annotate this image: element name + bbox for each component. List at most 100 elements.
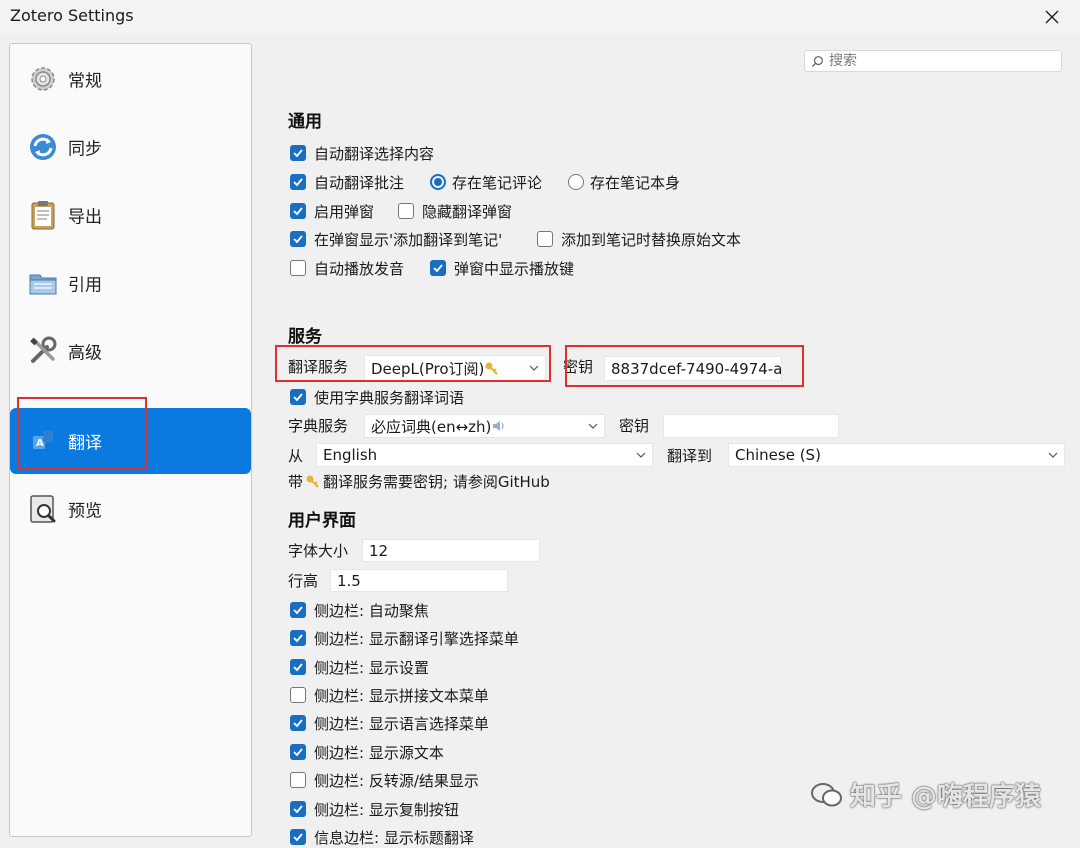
option-label: 使用字典服务翻译词语 [314, 388, 465, 407]
checkbox-unchecked[interactable] [290, 260, 306, 276]
sidebar-item-label: 高级 [68, 343, 102, 364]
sidebar-item-label: 常规 [68, 71, 102, 92]
radio-selected[interactable] [430, 174, 446, 190]
option-auto-translate-annotation[interactable]: 自动翻译批注 [290, 171, 404, 193]
option-sidebar-source-text[interactable]: 侧边栏: 显示源文本 [290, 741, 444, 763]
option-label: 启用弹窗 [314, 202, 375, 221]
sidebar-item-export[interactable]: 导出 [10, 182, 251, 248]
checkbox-checked[interactable] [290, 715, 306, 731]
font-size-label: 字体大小 [288, 542, 349, 560]
option-auto-translate-selection[interactable]: 自动翻译选择内容 [290, 142, 434, 164]
checkbox-checked[interactable] [290, 602, 306, 618]
option-label: 隐藏翻译弹窗 [422, 202, 513, 221]
checkbox-checked[interactable] [430, 260, 446, 276]
option-label: 侧边栏: 显示源文本 [314, 743, 444, 762]
title-bar: Zotero Settings [0, 0, 1080, 34]
chevron-down-icon [1048, 452, 1058, 458]
option-label: 在弹窗显示'添加翻译到笔记' [314, 230, 503, 249]
line-height-input[interactable]: 1.5 [330, 569, 508, 592]
checkbox-unchecked[interactable] [290, 772, 306, 788]
sidebar-item-label: 同步 [68, 139, 102, 160]
option-label: 侧边栏: 显示复制按钮 [314, 800, 459, 819]
checkbox-unchecked[interactable] [398, 203, 414, 219]
to-label: 翻译到 [667, 447, 713, 465]
option-label: 自动播放发音 [314, 259, 405, 278]
option-sidebar-autofocus[interactable]: 侧边栏: 自动聚焦 [290, 599, 429, 621]
option-sidebar-settings[interactable]: 侧边栏: 显示设置 [290, 656, 429, 678]
checkbox-checked[interactable] [290, 389, 306, 405]
tools-icon [30, 336, 57, 363]
speaker-icon [493, 421, 504, 431]
option-use-dict[interactable]: 使用字典服务翻译词语 [290, 386, 464, 408]
dict-label: 字典服务 [288, 417, 349, 435]
option-label: 弹窗中显示播放键 [454, 259, 575, 278]
select-value: 必应词典(en↔zh) [371, 417, 492, 436]
option-show-play-key[interactable]: 弹窗中显示播放键 [430, 257, 574, 279]
option-label: 添加到笔记时替换原始文本 [561, 230, 742, 249]
font-size-input[interactable]: 12 [362, 539, 540, 562]
option-label: 信息边栏: 显示标题翻译 [314, 828, 474, 847]
select-value: English [323, 446, 378, 464]
radio-save-note-comment[interactable]: 存在笔记评论 [430, 171, 542, 193]
from-language-select[interactable]: English [316, 443, 653, 467]
highlight-box-translate-nav [17, 397, 147, 470]
wechat-logo-icon [811, 783, 842, 807]
checkbox-unchecked[interactable] [537, 231, 553, 247]
option-sidebar-reverse[interactable]: 侧边栏: 反转源/结果显示 [290, 769, 479, 791]
note-text: 翻译服务需要密钥; 请参阅GitHub [323, 472, 550, 491]
option-label: 侧边栏: 自动聚焦 [314, 601, 429, 620]
checkbox-checked[interactable] [290, 630, 306, 646]
sidebar-item-general[interactable]: 常规 [10, 46, 251, 112]
settings-search[interactable] [804, 50, 1062, 72]
sidebar-item-advanced[interactable]: 高级 [10, 318, 251, 384]
sidebar-item-preview[interactable]: 预览 [10, 476, 251, 542]
to-language-select[interactable]: Chinese (S) [728, 443, 1065, 467]
option-replace-original-text[interactable]: 添加到笔记时替换原始文本 [537, 228, 741, 250]
option-sidebar-language-menu[interactable]: 侧边栏: 显示语言选择菜单 [290, 712, 489, 734]
section-heading-ui: 用户界面 [288, 511, 356, 531]
option-label: 侧边栏: 显示拼接文本菜单 [314, 686, 489, 705]
chevron-down-icon [588, 423, 598, 429]
window-title: Zotero Settings [10, 6, 134, 25]
option-sidebar-concat-menu[interactable]: 侧边栏: 显示拼接文本菜单 [290, 684, 489, 706]
option-label: 自动翻译批注 [314, 173, 405, 192]
radio-save-note-body[interactable]: 存在笔记本身 [568, 171, 680, 193]
option-hide-popup-translation[interactable]: 隐藏翻译弹窗 [398, 200, 512, 222]
option-label: 侧边栏: 显示语言选择菜单 [314, 714, 489, 733]
folder-icon [29, 274, 57, 295]
radio-unselected[interactable] [568, 174, 584, 190]
checkbox-checked[interactable] [290, 231, 306, 247]
checkbox-checked[interactable] [290, 174, 306, 190]
option-label: 侧边栏: 反转源/结果显示 [314, 771, 479, 790]
option-sidebar-engine-menu[interactable]: 侧边栏: 显示翻译引擎选择菜单 [290, 627, 519, 649]
option-label: 自动翻译选择内容 [314, 144, 435, 163]
close-button[interactable] [1024, 0, 1080, 34]
option-show-add-to-note[interactable]: 在弹窗显示'添加翻译到笔记' [290, 228, 502, 250]
option-autoplay-audio[interactable]: 自动播放发音 [290, 257, 404, 279]
watermark-text: 知乎 @嗨程序猿 [850, 782, 1042, 812]
sidebar-item-cite[interactable]: 引用 [10, 250, 251, 316]
checkbox-unchecked[interactable] [290, 687, 306, 703]
checkbox-checked[interactable] [290, 744, 306, 760]
sidebar-item-label: 预览 [68, 501, 102, 522]
option-enable-popup[interactable]: 启用弹窗 [290, 200, 374, 222]
from-label: 从 [288, 447, 304, 465]
sidebar-item-sync[interactable]: 同步 [10, 114, 251, 180]
dict-key-input[interactable] [663, 414, 839, 438]
highlight-box-service [275, 345, 551, 382]
search-input[interactable] [829, 52, 1049, 70]
option-sidebar-copy-button[interactable]: 侧边栏: 显示复制按钮 [290, 798, 459, 820]
chevron-down-icon [636, 452, 646, 458]
dict-service-select[interactable]: 必应词典(en↔zh) [364, 414, 605, 438]
option-label: 存在笔记本身 [590, 173, 681, 192]
checkbox-checked[interactable] [290, 659, 306, 675]
sidebar-item-label: 导出 [68, 207, 102, 228]
checkbox-checked[interactable] [290, 829, 306, 845]
clipboard-icon [31, 201, 55, 230]
option-label: 存在笔记评论 [452, 173, 543, 192]
checkbox-checked[interactable] [290, 203, 306, 219]
checkbox-checked[interactable] [290, 145, 306, 161]
highlight-box-key [565, 345, 804, 387]
checkbox-checked[interactable] [290, 801, 306, 817]
note-prefix: 带 [288, 472, 304, 491]
